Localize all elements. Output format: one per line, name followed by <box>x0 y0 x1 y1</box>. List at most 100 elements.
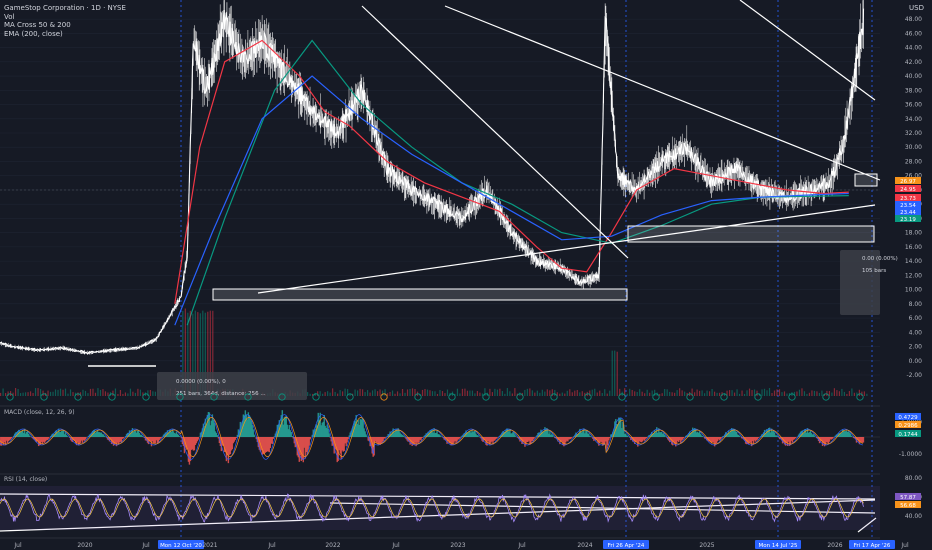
macd-histogram-bar <box>160 437 163 438</box>
volume-bar <box>396 391 399 396</box>
volume-bar <box>152 391 154 396</box>
zone-box-3[interactable] <box>854 173 878 187</box>
macd-histogram-bar <box>459 437 461 439</box>
price-tick-label: 44.00 <box>905 45 922 52</box>
macd-histogram-bar <box>216 435 219 437</box>
volume-bar <box>808 392 811 396</box>
volume-bar <box>404 392 406 396</box>
earnings-marker <box>40 393 48 401</box>
volume-bar <box>718 392 721 396</box>
earnings-marker <box>822 393 830 401</box>
volume-bars <box>0 308 868 396</box>
time-tick-label: Jul <box>517 542 526 549</box>
volume-bar <box>59 388 62 396</box>
price-candles <box>0 0 865 355</box>
volume-bar <box>139 389 142 396</box>
volume-bar <box>464 388 466 396</box>
volume-bar <box>766 390 768 396</box>
price-axis[interactable]: 48.00 46.00 44.00 42.00 40.00 38.00 36.00 34.00… <box>899 16 922 520</box>
rsi-pane-title[interactable]: RSI (14, close) <box>4 476 47 483</box>
volume-bar <box>701 390 703 396</box>
volume-bar <box>471 390 474 396</box>
time-tick-label: Jul <box>13 542 22 549</box>
macd-histogram-bar <box>757 437 760 438</box>
volume-bar <box>514 388 516 396</box>
volume-bar <box>651 390 653 396</box>
volume-bar <box>319 391 321 396</box>
price-tick-label: 8.00 <box>909 301 923 308</box>
volume-bar <box>69 389 72 396</box>
volume-bar <box>324 392 326 396</box>
volume-bar <box>773 390 776 396</box>
volume-bar <box>669 391 671 396</box>
volume-bar <box>359 388 361 396</box>
volume-bar <box>436 393 439 396</box>
volume-bar <box>798 389 801 396</box>
volume-bar <box>611 350 613 396</box>
volume-bar <box>149 389 151 396</box>
price-tick-label: 46.00 <box>905 30 922 37</box>
price-tick-label: 2.00 <box>909 344 923 351</box>
zone-box-1[interactable] <box>212 288 628 301</box>
volume-bar <box>509 391 511 396</box>
currency-label[interactable]: USD <box>909 4 924 12</box>
ema-indicator-label[interactable]: EMA (200, close) <box>4 30 126 39</box>
volume-bar <box>801 388 803 396</box>
time-tick-label: 2020 <box>77 542 92 549</box>
volume-bar <box>134 392 137 396</box>
macd-histogram-bar <box>347 437 349 440</box>
price-tick-label: 4.00 <box>909 329 923 336</box>
volume-bar <box>434 391 436 396</box>
macd-histogram-bar <box>328 433 330 437</box>
trendline-3[interactable] <box>739 0 876 101</box>
volume-indicator-label[interactable]: Vol <box>4 13 126 22</box>
price-tick-label: 48.00 <box>905 16 922 23</box>
volume-bar <box>524 389 526 396</box>
volume-bar <box>818 392 821 396</box>
volume-bar <box>379 389 381 396</box>
volume-bar <box>661 393 663 396</box>
volume-bar <box>746 390 748 396</box>
volume-bar <box>713 391 716 396</box>
earnings-marker <box>856 393 864 401</box>
macd-pane-title[interactable]: MACD (close, 12, 26, 9) <box>4 409 75 416</box>
volume-bar <box>594 388 596 396</box>
volume-bar <box>743 393 746 396</box>
volume-bar <box>728 390 731 396</box>
macd-histogram-bar <box>272 437 275 439</box>
volume-bar <box>676 390 678 396</box>
macd-histogram-bar <box>235 437 238 438</box>
volume-bar <box>813 390 816 396</box>
time-tick-label: 2025 <box>699 542 714 549</box>
volume-bar <box>391 390 394 396</box>
volume-bar <box>337 393 339 396</box>
chart-canvas[interactable]: 48.00 46.00 44.00 42.00 40.00 38.00 36.00 34.00… <box>0 0 932 550</box>
ma-series-line <box>174 75 849 326</box>
volume-bar <box>57 389 59 396</box>
trendline-1[interactable] <box>361 5 629 259</box>
trendline-2[interactable] <box>444 5 881 181</box>
ma-cross-indicator-label[interactable]: MA Cross 50 & 200 <box>4 21 126 30</box>
macd-histogram-bar <box>646 437 648 439</box>
volume-bar <box>811 390 813 396</box>
rsi-tick-label: 40.00 <box>905 513 922 520</box>
price-tag-label: 24.95 <box>900 187 916 193</box>
volume-bar <box>748 388 751 396</box>
volume-bar <box>494 388 496 396</box>
volume-bar <box>389 391 391 396</box>
macd-histogram-bar <box>534 437 536 438</box>
macd-histogram-bar <box>197 437 200 440</box>
volume-bar <box>62 389 64 396</box>
trendline-drawings[interactable] <box>0 0 881 533</box>
macd-histogram-bar <box>253 434 256 437</box>
volume-bar <box>559 393 561 396</box>
zone-box-2[interactable] <box>627 225 875 243</box>
macd-tag-label: 0.2986 <box>898 423 918 429</box>
earnings-marker <box>108 393 116 401</box>
symbol-title[interactable]: GameStop Corporation · 1D · NYSE <box>4 4 126 13</box>
volume-bar <box>309 393 311 396</box>
volume-bar <box>394 393 396 396</box>
volume-bar <box>374 389 376 396</box>
volume-bar <box>366 390 369 396</box>
time-axis[interactable]: Jul 2020 Jul Mon 12 Oct '20 2021 Jul 2022 Jul 20… <box>13 540 909 549</box>
